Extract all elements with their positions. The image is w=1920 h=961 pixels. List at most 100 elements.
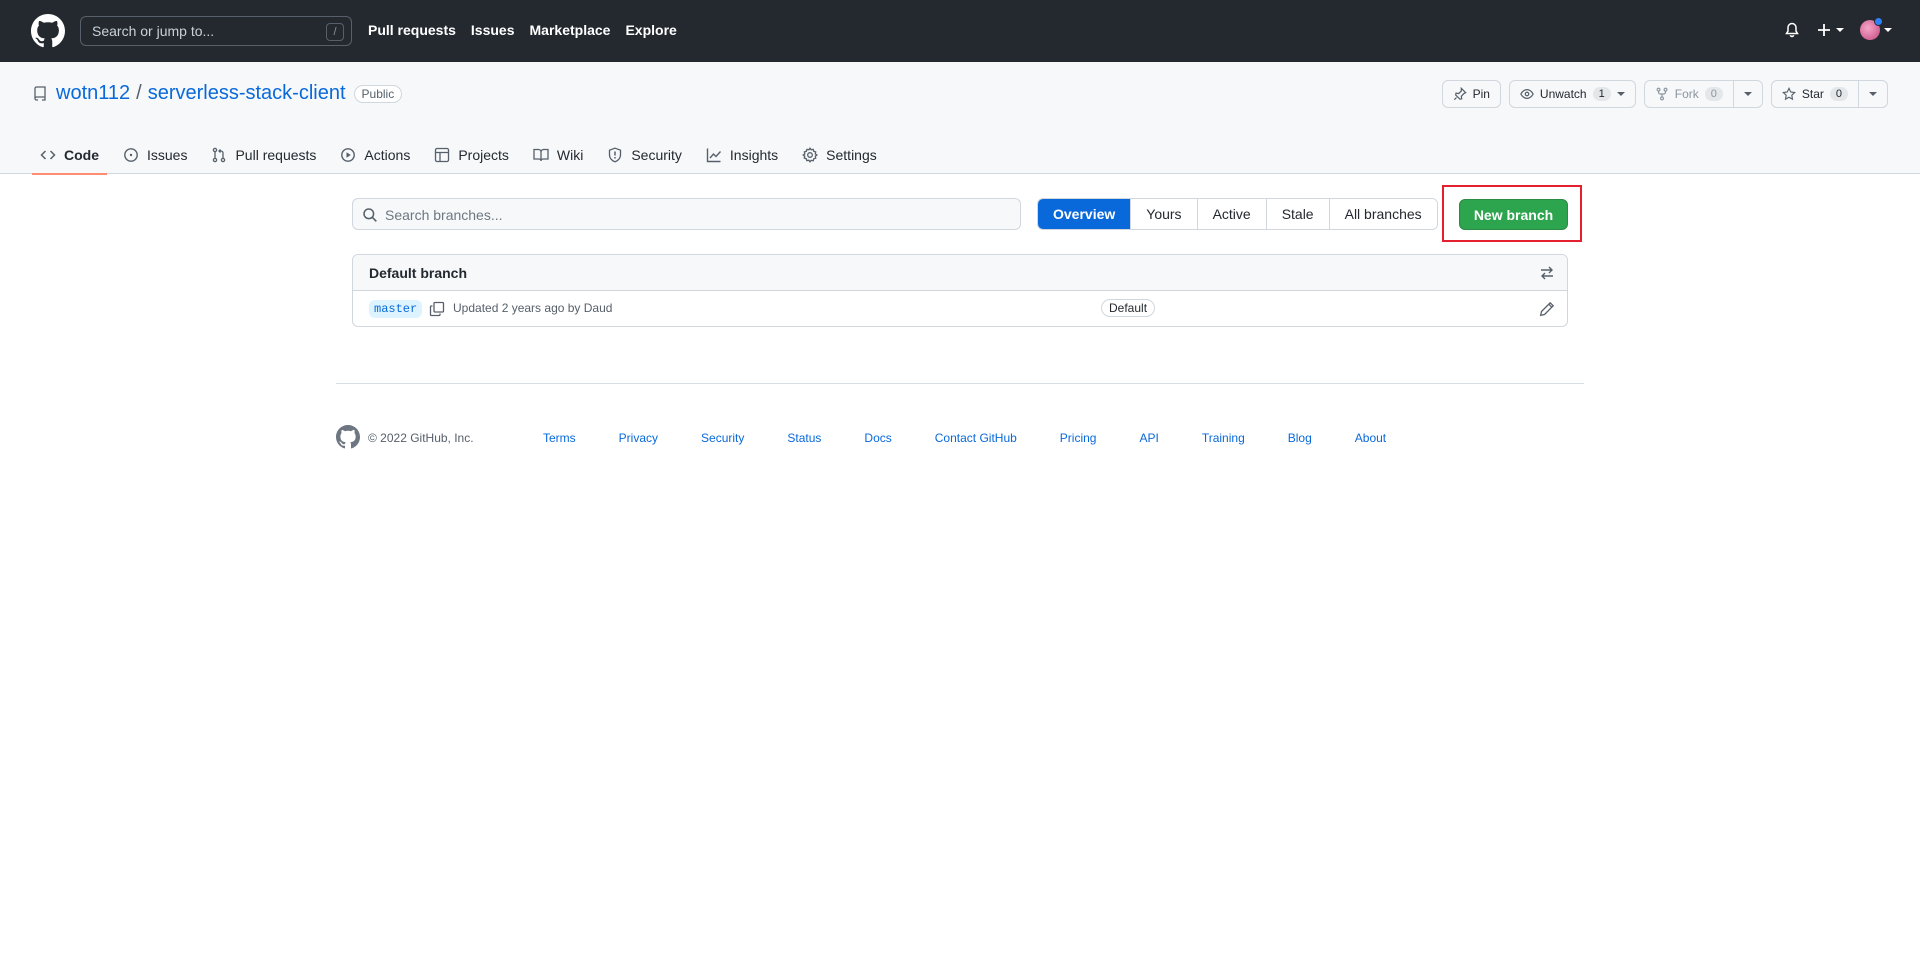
book-icon [533,148,549,162]
fork-dropdown-button[interactable] [1732,81,1762,107]
star-label: Star [1801,87,1824,101]
repo-tabs: Code Issues Pull requests Actions Projec… [32,136,893,175]
git-pull-request-icon [213,147,226,163]
copy-icon[interactable] [429,301,445,317]
default-badge: Default [1101,299,1156,317]
chevron-down-icon [1836,28,1844,32]
footer-links: Terms Privacy Security Status Docs Conta… [543,431,1429,445]
footer-link-contact[interactable]: Contact GitHub [935,431,1017,445]
footer-link-security[interactable]: Security [701,431,744,445]
footer-divider [336,383,1584,384]
watch-count: 1 [1592,87,1611,101]
github-logo-icon[interactable] [31,14,65,48]
bell-icon[interactable] [1784,22,1800,38]
branch-name-link[interactable]: master [369,300,423,318]
global-search-placeholder: Search or jump to... [92,23,215,39]
footer-link-api[interactable]: API [1139,431,1158,445]
tab-actions[interactable]: Actions [332,136,418,174]
branch-row: master Updated 2 years ago by Daud Defau… [353,291,1567,326]
nav-explore[interactable]: Explore [625,22,676,38]
arrow-switch-icon[interactable] [1539,265,1555,281]
tab-settings[interactable]: Settings [794,136,885,174]
gear-icon [802,147,819,163]
branch-search-input[interactable]: Search branches... [352,198,1021,230]
global-header: Search or jump to... / Pull requests Iss… [0,0,1920,62]
tab-security[interactable]: Security [599,136,690,174]
branch-search-placeholder: Search branches... [385,207,503,223]
create-new-menu[interactable] [1816,22,1844,38]
global-search-input[interactable]: Search or jump to... / [80,16,352,46]
code-icon [40,150,56,160]
footer-copyright: © 2022 GitHub, Inc. [368,431,474,445]
footer-link-training[interactable]: Training [1202,431,1245,445]
filter-active[interactable]: Active [1196,199,1266,229]
chevron-down-icon [1743,92,1752,96]
default-branch-title: Default branch [369,265,468,281]
new-branch-button[interactable]: New branch [1459,199,1568,230]
search-icon [363,208,377,222]
plus-icon [1818,24,1830,36]
footer-link-pricing[interactable]: Pricing [1060,431,1097,445]
repo-header: wotn112 / serverless-stack-client Public… [0,62,1920,175]
tab-issues-label: Issues [147,147,188,163]
issue-opened-icon [124,148,138,162]
filter-yours[interactable]: Yours [1130,199,1197,229]
global-nav: Pull requests Issues Marketplace Explore [368,22,692,38]
tab-insights-label: Insights [729,147,779,163]
filter-all-branches[interactable]: All branches [1328,199,1437,229]
nav-pull-requests[interactable]: Pull requests [368,22,456,38]
visibility-badge: Public [353,84,403,103]
repo-path-separator: / [136,82,142,104]
branch-updated-meta: Updated 2 years ago by Daud [453,301,613,315]
footer-link-blog[interactable]: Blog [1288,431,1312,445]
star-button-group: Star 0 [1770,80,1888,108]
search-shortcut-key: / [326,23,344,41]
footer-link-docs[interactable]: Docs [864,431,891,445]
repo-owner-link[interactable]: wotn112 [56,82,130,105]
pin-button[interactable]: Pin [1441,80,1501,108]
fork-count: 0 [1704,87,1723,101]
pin-label: Pin [1472,87,1490,101]
tab-wiki[interactable]: Wiki [525,136,591,174]
play-icon [341,148,356,162]
star-dropdown-button[interactable] [1858,81,1887,107]
user-menu[interactable] [1860,17,1892,40]
tab-projects[interactable]: Projects [426,136,517,174]
footer-link-terms[interactable]: Terms [543,431,576,445]
fork-button-group: Fork 0 [1643,80,1763,108]
chevron-down-icon [1616,92,1625,96]
star-icon [1781,87,1796,101]
tab-pull-requests[interactable]: Pull requests [203,136,324,174]
repo-icon [34,85,46,101]
nav-issues[interactable]: Issues [471,22,515,38]
filter-stale[interactable]: Stale [1265,199,1329,229]
fork-button[interactable]: Fork 0 [1645,81,1733,107]
pencil-icon[interactable] [1539,301,1555,317]
star-button[interactable]: Star 0 [1772,81,1858,107]
highlight-box: New branch [1442,185,1582,242]
tab-pull-requests-label: Pull requests [235,147,317,163]
shield-icon [609,147,622,163]
footer-link-about[interactable]: About [1355,431,1386,445]
fork-label: Fork [1674,87,1699,101]
default-branch-box: Default branch master Updated 2 years ag… [352,254,1568,327]
tab-insights[interactable]: Insights [698,136,786,174]
repo-name-link[interactable]: serverless-stack-client [148,82,346,105]
eye-icon [1520,89,1534,99]
tab-code[interactable]: Code [32,136,107,175]
github-logo-icon[interactable] [336,425,360,449]
nav-marketplace[interactable]: Marketplace [530,22,611,38]
footer-link-status[interactable]: Status [787,431,821,445]
tab-security-label: Security [631,147,682,163]
pin-icon [1453,87,1467,101]
tab-settings-label: Settings [826,147,877,163]
unwatch-button[interactable]: Unwatch 1 [1508,80,1636,108]
filter-overview[interactable]: Overview [1038,199,1131,229]
tab-code-label: Code [64,147,99,163]
star-count: 0 [1829,87,1848,101]
footer-link-privacy[interactable]: Privacy [619,431,658,445]
status-dot [1874,17,1883,26]
repo-title: wotn112 / serverless-stack-client Public [32,82,403,105]
tab-issues[interactable]: Issues [115,136,195,174]
branch-filter-tabs: Overview Yours Active Stale All branches [1037,198,1438,230]
